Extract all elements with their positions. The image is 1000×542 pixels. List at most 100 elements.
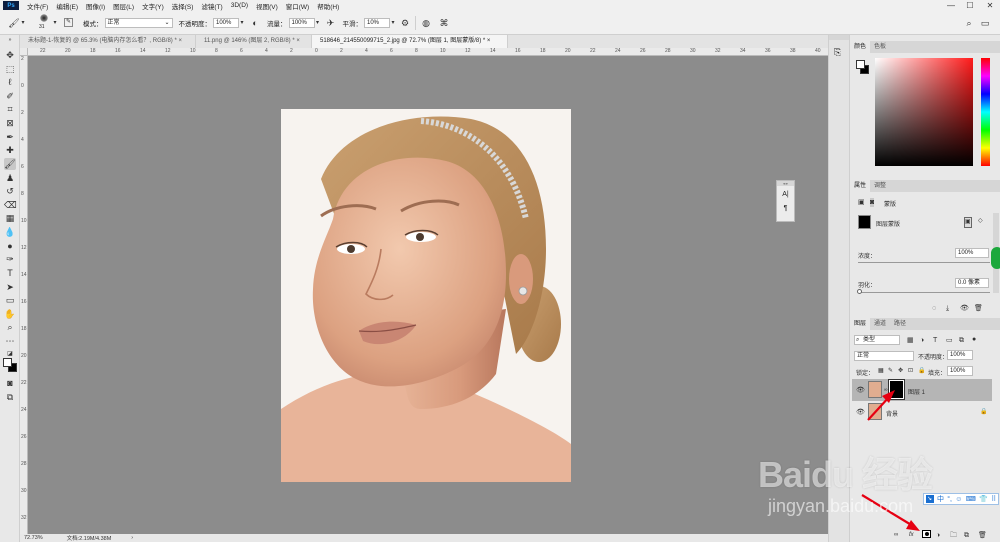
ime-emoji-icon[interactable]: ☺ [955,496,962,503]
smooth-field[interactable]: 10% [364,17,390,28]
density-slider[interactable] [858,262,990,263]
clone-stamp-tool-icon[interactable]: ♟ [4,172,16,184]
menu-layer[interactable]: 图层(L) [113,1,134,11]
menu-help[interactable]: 帮助(H) [317,1,339,11]
toolbar-collapse-icon[interactable]: » [4,37,16,43]
layer-mask-thumbnail[interactable] [888,379,905,400]
mode-select[interactable]: 正常 ⌄ [104,17,173,28]
pixel-mask-icon[interactable]: ▣ [858,198,865,207]
filter-toggle-icon[interactable]: ● [972,335,976,344]
maximize-button[interactable]: ☐ [963,0,977,11]
floating-badge-icon[interactable] [991,247,1000,269]
feather-field[interactable]: 0.0 像素 [955,278,989,288]
healing-brush-tool-icon[interactable]: ✚ [4,144,16,156]
lasso-tool-icon[interactable]: ℓ [4,76,16,88]
quick-mask-icon[interactable]: ◙ [4,377,16,389]
gear-icon[interactable]: ⚙ [399,17,411,29]
layer-style-icon[interactable]: fx [909,531,914,540]
filter-smartobject-icon[interactable]: ⧉ [959,336,964,345]
tab-properties[interactable]: 属性 [850,180,871,192]
dodge-tool-icon[interactable]: ● [4,240,16,252]
foreground-color-swatch[interactable] [3,358,12,367]
history-panel-icon[interactable]: ⎘ [834,47,841,58]
ime-language-toggle[interactable]: 中 [937,494,944,504]
menu-type[interactable]: 文字(Y) [142,1,164,11]
workspace-icon[interactable]: ▭ [979,17,991,29]
pressure-opacity-icon[interactable]: ◐ [249,17,261,29]
feather-slider-thumb[interactable] [857,289,862,294]
lock-artboard-icon[interactable]: ⊡ [908,367,913,376]
feather-slider[interactable] [858,292,990,293]
screen-mode-icon[interactable]: ⧉ [4,391,16,403]
strip-collapse-handle[interactable] [829,35,849,40]
visibility-eye-icon[interactable]: 👁 [856,386,865,395]
tab-document-1[interactable]: 未标题-1-恢复的 @ 65.3% (电脑内存怎么看？, RGB/8) * × [20,35,196,48]
path-select-tool-icon[interactable]: ➤ [4,281,16,293]
layer-opacity-field[interactable]: 100% [947,350,973,360]
select-pixel-mask-icon[interactable]: ▣ [964,217,972,228]
frame-tool-icon[interactable]: ⊠ [4,117,16,129]
menu-image[interactable]: 图像(I) [86,1,105,11]
menu-window[interactable]: 窗口(W) [286,1,309,11]
filter-type-icon[interactable]: T [933,336,937,345]
new-layer-icon[interactable]: ⧉ [964,531,969,540]
gradient-tool-icon[interactable]: ▦ [4,212,16,224]
menu-view[interactable]: 视图(V) [256,1,278,11]
character-panel-icon[interactable]: A| [777,188,794,202]
lock-position-icon[interactable]: ✥ [898,367,903,376]
toggle-mask-visibility-icon[interactable]: 👁 [960,304,969,313]
tab-channels[interactable]: 通道 [870,318,890,330]
density-field[interactable]: 100% [955,248,989,258]
paragraph-panel-icon[interactable]: ¶ [777,202,794,216]
tab-adjustments[interactable]: 调整 [870,180,890,192]
chevron-down-icon[interactable]: ▾ [239,17,245,29]
chevron-down-icon[interactable]: ▾ [52,17,58,29]
filter-shape-icon[interactable]: ▭ [946,336,953,345]
close-icon[interactable]: × [178,38,182,44]
ime-menu-icon[interactable]: ⠿ [991,495,996,503]
close-icon[interactable]: × [296,38,300,44]
link-icon[interactable]: ∞ [884,386,888,395]
marquee-tool-icon[interactable]: ⬚ [4,63,16,75]
close-icon[interactable]: × [487,38,491,44]
delete-mask-icon[interactable]: 🗑 [974,304,983,313]
menu-3d[interactable]: 3D(D) [231,2,248,9]
tab-swatches[interactable]: 色板 [870,41,890,53]
close-button[interactable]: ✕ [983,0,997,11]
symmetry-icon[interactable]: ⌘ [438,17,450,29]
chevron-down-icon[interactable]: ▾ [315,17,321,29]
adjustment-layer-icon[interactable]: ◑ [936,531,940,540]
menu-edit[interactable]: 编辑(E) [56,1,78,11]
blur-tool-icon[interactable]: 💧 [4,226,16,238]
tab-color[interactable]: 颜色 [850,41,871,53]
filter-adjustment-icon[interactable]: ◑ [920,336,924,345]
ime-keyboard-icon[interactable]: ⌨ [966,495,976,503]
tab-document-2[interactable]: 11.png @ 146% (图层 2, RGB/8) * × [196,35,312,48]
crop-tool-icon[interactable]: ⌗ [4,103,16,115]
quick-select-tool-icon[interactable]: ✐ [4,90,16,102]
brush-tool-icon[interactable]: 🖌 [4,158,16,170]
hand-tool-icon[interactable]: ✋ [4,308,16,320]
layer-row[interactable]: 👁 ∞ 图层 1 [852,379,992,401]
ime-punctuation-icon[interactable]: °, [947,496,952,503]
chevron-down-icon[interactable]: ▾ [390,17,396,29]
brush-preset-picker[interactable]: 31 [36,13,52,33]
eyedropper-tool-icon[interactable]: ✒ [4,131,16,143]
zoom-tool-icon[interactable]: ⌕ [4,321,16,333]
lock-all-icon[interactable]: 🔒 [918,367,925,376]
layer-name[interactable]: 图层 1 [908,387,925,396]
lock-transparent-icon[interactable]: ▦ [878,367,884,376]
link-layers-icon[interactable]: ∞ [894,531,898,540]
brush-panel-toggle-icon[interactable]: ✎ [64,18,73,27]
chevron-down-icon[interactable]: ▾ [20,17,26,29]
brush-tool-icon[interactable]: 🖌 [8,17,20,29]
filter-pixel-icon[interactable]: ▦ [907,336,914,345]
add-mask-icon[interactable] [922,530,931,538]
eraser-tool-icon[interactable]: ⌫ [4,199,17,211]
menu-select[interactable]: 选择(S) [172,1,194,11]
minimize-button[interactable]: — [944,0,958,11]
flow-field[interactable]: 100% [288,17,315,28]
status-menu-arrow[interactable]: › [131,535,133,541]
lock-image-icon[interactable]: ✎ [888,367,893,376]
color-field[interactable] [875,58,973,166]
